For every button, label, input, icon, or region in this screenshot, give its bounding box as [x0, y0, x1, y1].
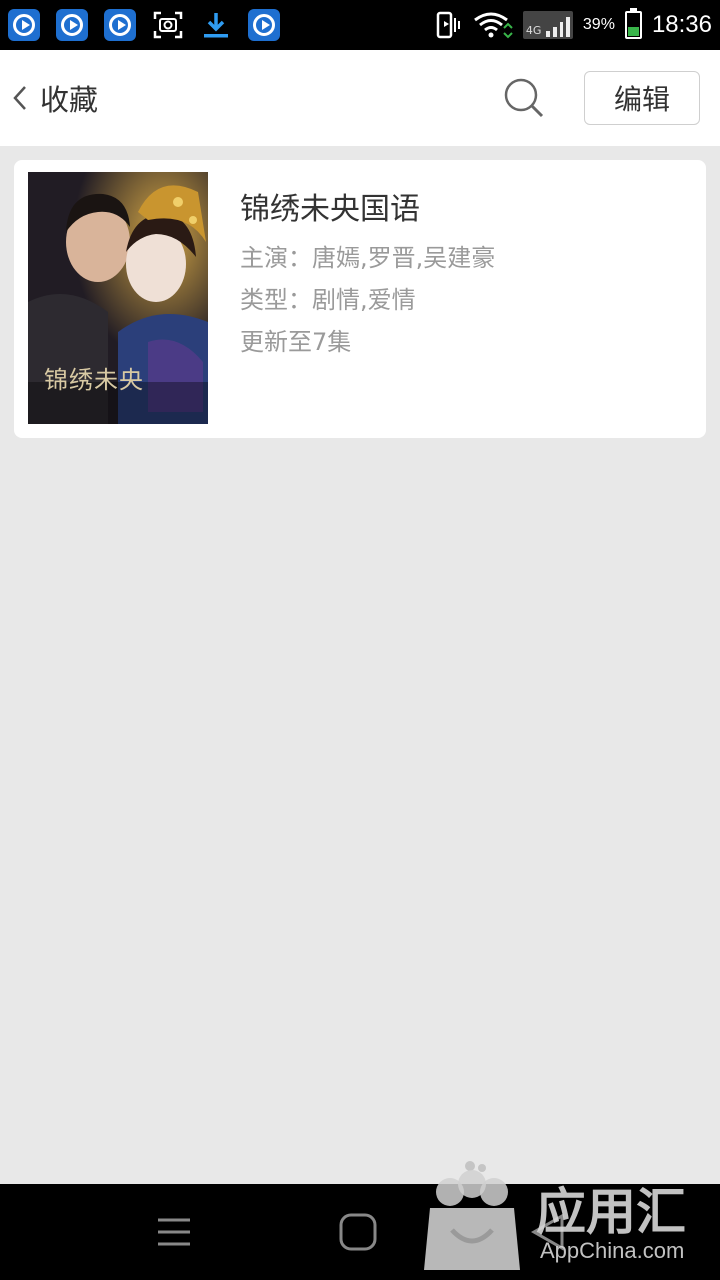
- header-bar: 收藏 编辑: [0, 50, 720, 146]
- item-genre: 类型：剧情,爱情: [240, 286, 416, 314]
- favorites-list: 锦绣未央 锦绣未央国语 主演：唐嫣,罗晋,吴建豪 类型：剧情,爱情 更新至7集: [0, 146, 720, 1184]
- screenshot-icon: [152, 9, 184, 41]
- wifi-icon: [474, 12, 513, 39]
- download-icon: [200, 9, 232, 41]
- clock: 18:36: [651, 11, 712, 38]
- video-app-icon: [8, 9, 40, 41]
- watermark-brand-en: AppChina.com: [540, 1238, 685, 1263]
- home-button[interactable]: [338, 1212, 378, 1252]
- menu-icon: [158, 1218, 190, 1246]
- video-app-icon: [248, 9, 280, 41]
- search-button[interactable]: [502, 76, 546, 120]
- item-title: 锦绣未央国语: [240, 192, 420, 227]
- favorite-item[interactable]: 锦绣未央 锦绣未央国语 主演：唐嫣,罗晋,吴建豪 类型：剧情,爱情 更新至7集: [14, 160, 706, 438]
- bag-logo-icon: [424, 1161, 520, 1270]
- back-button[interactable]: 收藏: [10, 74, 98, 122]
- watermark: 应用汇 AppChina.com: [420, 1158, 720, 1278]
- page-title: 收藏: [40, 83, 99, 117]
- notification-icons: [8, 9, 280, 41]
- system-indicators: 4G 39% 18:36: [433, 8, 712, 42]
- item-episodes: 更新至7集: [240, 328, 352, 356]
- network-type: 4G: [525, 24, 542, 37]
- menu-button[interactable]: [154, 1212, 194, 1252]
- cellular-signal: 4G: [522, 11, 573, 39]
- vibrate-icon: [436, 11, 460, 39]
- chevron-left-icon: [10, 74, 30, 122]
- video-app-icon: [56, 9, 88, 41]
- status-bar: 4G 39% 18:36: [0, 0, 720, 50]
- edit-button[interactable]: 编辑: [584, 71, 700, 125]
- video-app-icon: [104, 9, 136, 41]
- battery-percent: 39%: [582, 16, 615, 33]
- poster-logo-text: 锦绣未央: [44, 366, 144, 394]
- watermark-brand-cn: 应用汇: [536, 1183, 686, 1241]
- battery-icon: [624, 8, 642, 39]
- search-icon: [504, 78, 544, 118]
- home-icon: [339, 1213, 377, 1251]
- item-cast: 主演：唐嫣,罗晋,吴建豪: [240, 244, 496, 272]
